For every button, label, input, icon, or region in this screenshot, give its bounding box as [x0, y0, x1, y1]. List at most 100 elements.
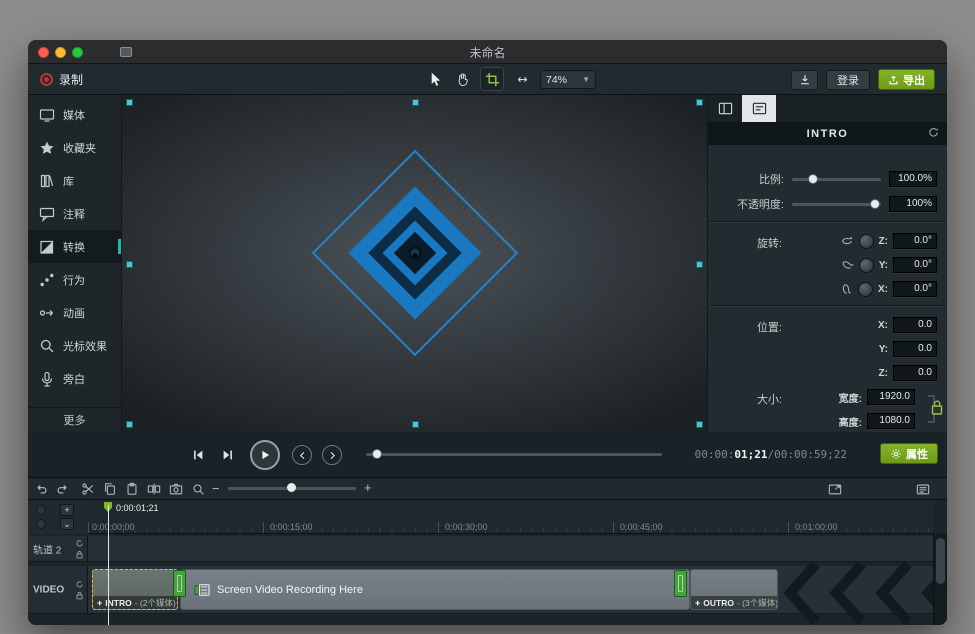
transition-marker-right[interactable]	[674, 570, 687, 597]
scale-slider-thumb[interactable]	[808, 174, 818, 184]
timeline-zoom-thumb[interactable]	[287, 483, 296, 492]
edit-cursor-tool[interactable]	[424, 67, 444, 91]
aspect-lock-icon[interactable]	[926, 391, 943, 427]
rotate-y-icon	[838, 256, 856, 274]
next-clip-button[interactable]	[322, 445, 342, 465]
timeline-zoom-slider[interactable]	[228, 487, 356, 490]
cut-button[interactable]	[80, 481, 96, 497]
previous-clip-button[interactable]	[292, 445, 312, 465]
properties-button[interactable]: 属性	[880, 443, 938, 464]
sidebar-item-animations[interactable]: 动画	[28, 296, 121, 329]
copy-button[interactable]	[102, 481, 118, 497]
selection-handle-bottom-left[interactable]	[126, 421, 133, 428]
export-button[interactable]: 导出	[878, 69, 935, 90]
position-y-field[interactable]: 0.0	[893, 341, 937, 357]
opacity-slider[interactable]	[792, 203, 881, 206]
sidebar-more-button[interactable]: 更多	[28, 407, 121, 432]
opacity-value-field[interactable]: 100%	[889, 196, 937, 212]
rotation-label: 旋转:	[708, 235, 782, 251]
reset-properties-icon[interactable]	[927, 126, 940, 139]
width-field[interactable]: 1920.0	[867, 389, 915, 405]
playhead-line[interactable]	[108, 505, 109, 625]
sidebar-item-library[interactable]: 库	[28, 164, 121, 197]
play-button[interactable]	[250, 440, 280, 470]
sidebar-item-behaviors[interactable]: 行为	[28, 263, 121, 296]
lock-icon[interactable]	[75, 591, 84, 600]
timeline-options-button[interactable]	[915, 481, 931, 497]
track-loop-icon[interactable]	[75, 539, 84, 548]
snapshot-camera-button[interactable]	[168, 481, 184, 497]
tab-visual-properties[interactable]	[742, 95, 776, 122]
sidebar-item-media[interactable]: 媒体	[28, 98, 121, 131]
undo-button[interactable]	[34, 481, 50, 497]
video-track-header[interactable]: VIDEO	[28, 566, 88, 614]
split-button[interactable]	[146, 481, 162, 497]
selection-handle-bottom-right[interactable]	[696, 421, 703, 428]
timeline-ruler[interactable]: 0:00:01;21 0:00:00;00 0:00:15;00 0:00:30…	[88, 500, 933, 534]
ruler-mark: 0:00:45;00	[620, 522, 663, 532]
screen-recording-clip[interactable]: Screen Video Recording Here	[180, 569, 690, 610]
opacity-slider-thumb[interactable]	[870, 199, 880, 209]
outro-clip[interactable]: + OUTRO - (3个媒体)	[690, 569, 778, 610]
canvas-zoom-select[interactable]: 74% ▼	[540, 70, 596, 89]
rotate-y-field[interactable]: 0.0°	[893, 257, 937, 273]
track-gap-toggle[interactable]	[36, 505, 46, 515]
rotate-y-knob[interactable]	[859, 258, 874, 273]
zoom-out-button[interactable]: −	[212, 481, 220, 496]
playback-scrubber[interactable]	[366, 453, 662, 456]
selection-handle-mid-left[interactable]	[126, 261, 133, 268]
scale-value-field[interactable]: 100.0%	[889, 171, 937, 187]
panel-title: INTRO	[807, 128, 849, 140]
expand-group-icon[interactable]: +	[695, 598, 700, 608]
scale-tool[interactable]	[512, 67, 532, 91]
selection-handle-top-right[interactable]	[696, 99, 703, 106]
login-button[interactable]: 登录	[826, 70, 870, 90]
download-button[interactable]	[791, 70, 818, 90]
selection-handle-bottom-center[interactable]	[412, 421, 419, 428]
selection-handle-top-left[interactable]	[126, 99, 133, 106]
height-field[interactable]: 1080.0	[867, 413, 915, 429]
previous-frame-button[interactable]	[188, 445, 208, 465]
sidebar-item-favorites[interactable]: 收藏夹	[28, 131, 121, 164]
sidebar-item-cursor-effects[interactable]: 光标效果	[28, 329, 121, 362]
paste-button[interactable]	[124, 481, 140, 497]
track-loop-icon[interactable]	[75, 580, 84, 589]
zoom-in-button[interactable]: +	[364, 480, 372, 495]
timeline-scrollbar[interactable]	[933, 534, 947, 625]
collapse-tracks-button[interactable]: ⌄	[60, 518, 74, 530]
rotate-z-knob[interactable]	[859, 234, 874, 249]
scrollbar-thumb[interactable]	[936, 538, 945, 584]
transition-marker-left[interactable]	[173, 570, 186, 597]
scrubber-thumb[interactable]	[372, 449, 382, 459]
intro-logo-diamond[interactable]	[311, 150, 517, 356]
selection-handle-mid-right[interactable]	[696, 261, 703, 268]
track-size-toggle[interactable]	[36, 519, 46, 529]
pan-hand-tool[interactable]	[452, 67, 472, 91]
record-button[interactable]: 录制	[40, 69, 83, 89]
video-track-lane[interactable]: + INTRO - (2个媒体)	[88, 566, 933, 614]
sidebar-item-voice-narration[interactable]: 旁白	[28, 362, 121, 395]
selection-handle-top-center[interactable]	[412, 99, 419, 106]
axis-label: Z:	[879, 368, 888, 379]
canvas-preview[interactable]	[122, 95, 708, 432]
detach-timeline-button[interactable]	[827, 481, 843, 497]
scale-slider[interactable]	[792, 178, 881, 181]
position-z-field[interactable]: 0.0	[893, 365, 937, 381]
rotate-z-field[interactable]: 0.0°	[893, 233, 937, 249]
track-2-lane[interactable]	[88, 536, 933, 562]
ruler-mark: 0:00:00;00	[92, 522, 135, 532]
redo-button[interactable]	[54, 481, 70, 497]
track-2-header[interactable]: 轨道 2	[28, 536, 88, 562]
add-track-button[interactable]: +	[60, 504, 74, 516]
lock-icon[interactable]	[75, 550, 84, 559]
sidebar-item-transitions[interactable]: 转换	[28, 230, 121, 263]
next-frame-button[interactable]	[218, 445, 238, 465]
rotate-x-knob[interactable]	[858, 282, 873, 297]
crop-tool[interactable]	[480, 67, 504, 91]
intro-clip[interactable]: + INTRO - (2个媒体)	[92, 569, 178, 610]
tab-media-properties[interactable]	[708, 95, 742, 122]
expand-group-icon[interactable]: +	[97, 598, 102, 608]
position-x-field[interactable]: 0.0	[893, 317, 937, 333]
rotate-x-field[interactable]: 0.0°	[893, 281, 937, 297]
sidebar-item-annotations[interactable]: 注释	[28, 197, 121, 230]
